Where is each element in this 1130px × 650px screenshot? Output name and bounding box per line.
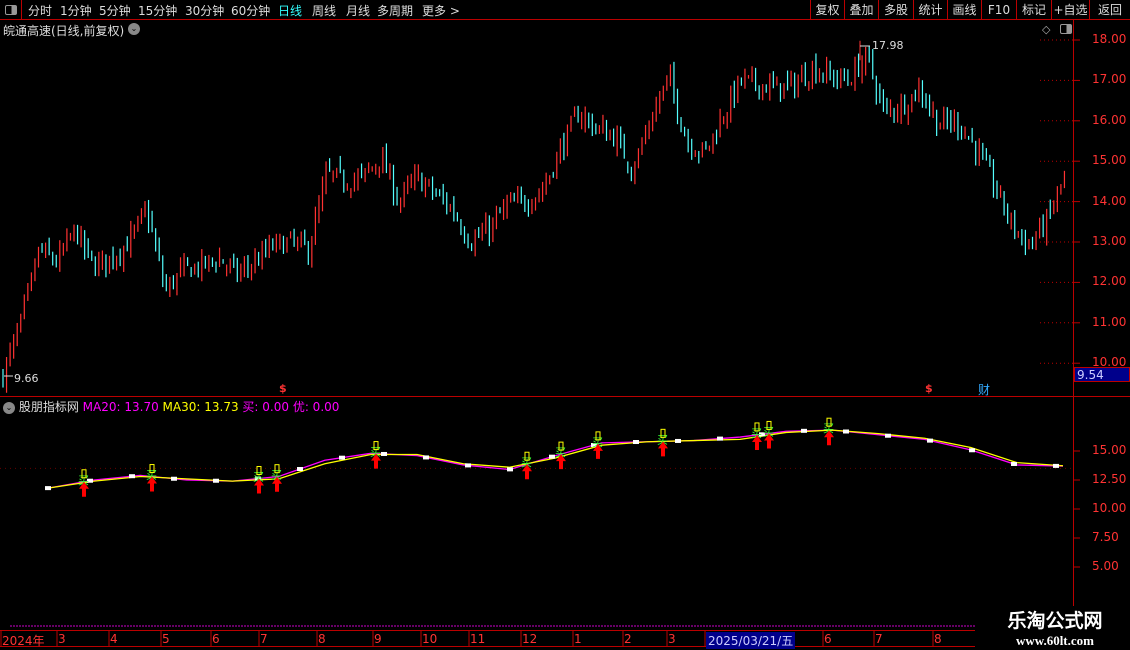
time-axis-label: 7 — [875, 632, 883, 646]
watermark-logo: 乐淘公式网 www.60lt.com — [980, 606, 1130, 649]
signal-square — [1053, 463, 1059, 468]
indicator-tick-label: 10.00 — [1092, 501, 1127, 515]
indicator-name[interactable]: 股朋指标网 — [19, 400, 79, 414]
signal-square — [885, 433, 891, 438]
time-axis-label: 8 — [318, 632, 326, 646]
time-axis-label: 6 — [824, 632, 832, 646]
high-price-label: 17.98 — [872, 39, 904, 52]
signal-square — [969, 448, 975, 453]
signal-square — [465, 463, 471, 468]
signal-square — [45, 486, 51, 491]
time-axis-label: 3 — [668, 632, 676, 646]
ma20-value: MA20: 13.70 — [82, 400, 159, 414]
signal-square — [213, 478, 219, 483]
watermark-url: www.60lt.com — [1016, 633, 1094, 648]
low-price-label: 9.66 — [14, 372, 39, 385]
signal-square — [843, 429, 849, 434]
price-tick-label: 15.00 — [1092, 153, 1127, 168]
signal-square — [339, 455, 345, 460]
time-axis-label: 9 — [374, 632, 382, 646]
price-tick-label: 13.00 — [1092, 234, 1127, 248]
chevron-down-icon[interactable]: ⌄ — [3, 401, 15, 414]
signal-square — [507, 467, 513, 472]
indicator-tick-label: 15.00 — [1092, 443, 1127, 457]
price-tick-label: 18.00 — [1092, 32, 1127, 46]
price-tick-label: 12.00 — [1092, 274, 1127, 289]
dollar-marker[interactable]: $ — [925, 382, 933, 395]
time-axis-label: 5 — [162, 632, 170, 646]
indicator-tick-label: 12.50 — [1092, 472, 1127, 486]
time-axis-label: 1 — [574, 632, 582, 646]
price-tick-label: 14.00 — [1092, 193, 1127, 208]
signal-square — [171, 476, 177, 481]
price-tick-label: 11.00 — [1092, 314, 1127, 329]
signal-square — [675, 438, 681, 443]
you-value: 优: 0.00 — [292, 400, 340, 414]
current-price-badge: 9.54 — [1074, 367, 1130, 382]
finance-marker[interactable]: 财 — [978, 381, 990, 398]
time-axis-label: 4 — [110, 632, 118, 646]
signal-square — [717, 436, 723, 441]
indicator-tick-label: 5.00 — [1092, 559, 1119, 573]
price-tick-label: 17.00 — [1092, 72, 1127, 87]
signal-square — [129, 474, 135, 479]
watermark-name: 乐淘公式网 — [1007, 610, 1103, 632]
signal-square — [1011, 461, 1017, 466]
indicator-tick-label: 7.50 — [1092, 530, 1119, 544]
signal-square — [423, 455, 429, 460]
signal-square — [633, 440, 639, 445]
kline-chart[interactable]: 买买买买买买买买买买买买 — [0, 0, 1130, 650]
indicator-header: ⌄ 股朋指标网 MA20: 13.70 MA30: 13.73 买: 0.00 … — [3, 398, 339, 415]
time-axis-label: 8 — [934, 632, 942, 646]
time-axis-label: 10 — [422, 632, 438, 646]
time-axis-label: 11 — [470, 632, 486, 646]
time-axis-label: 6 — [212, 632, 220, 646]
time-axis-label: 2 — [624, 632, 632, 646]
time-axis-label: 3 — [58, 632, 66, 646]
time-axis-label: 2024年 — [2, 634, 45, 648]
price-tick-label: 16.00 — [1092, 112, 1127, 127]
signal-square — [381, 451, 387, 456]
signal-square — [927, 438, 933, 443]
signal-square — [801, 428, 807, 433]
time-axis-label: 12 — [522, 632, 538, 646]
time-axis-label: 7 — [260, 632, 268, 646]
dollar-marker[interactable]: $ — [279, 382, 287, 395]
buy-value: 买: 0.00 — [242, 400, 289, 414]
cursor-date-label: 2025/03/21/五 — [706, 632, 796, 649]
ma30-value: MA30: 13.73 — [162, 400, 239, 414]
signal-square — [297, 467, 303, 472]
